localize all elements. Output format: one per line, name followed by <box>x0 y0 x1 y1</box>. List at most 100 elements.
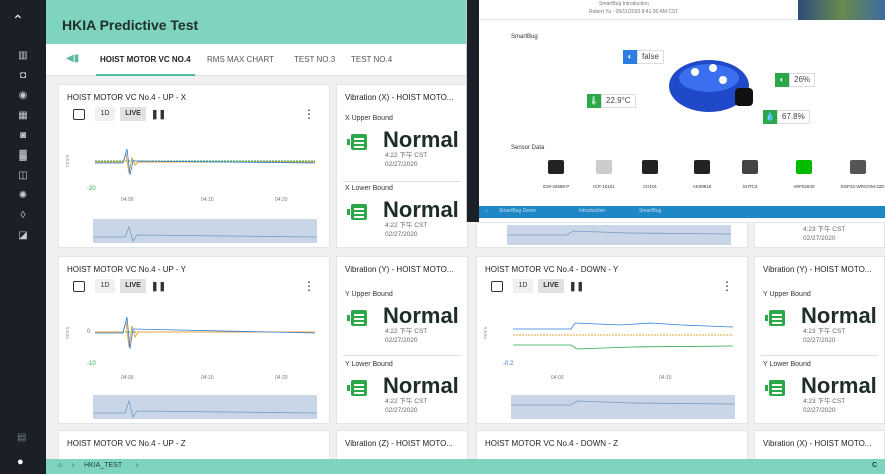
tab-hoist-motor-vc-no4[interactable]: HOIST MOTOR VC NO.4 <box>96 55 195 76</box>
more-options-icon[interactable]: ⋮ <box>303 279 315 293</box>
live-button[interactable]: LIVE <box>120 279 146 293</box>
status-timestamp: 4:22 下午 CST 02/27/2020 <box>385 328 428 344</box>
server-status-icon <box>765 310 785 326</box>
monitor-icon[interactable]: ◙ <box>0 126 46 146</box>
card-title: Vibration (Y) - HOIST MOTO... <box>345 265 454 274</box>
sensor-item: nRF52840 <box>787 160 821 189</box>
section-title: Sensor Data <box>511 145 545 151</box>
live-button[interactable]: LIVE <box>538 279 564 293</box>
sensor-item: SHTC3 <box>733 160 767 189</box>
vibration-status-card-partial: 4:23 下午 CST 02/27/2020 <box>754 222 885 248</box>
x-tick: 04:15 <box>659 375 672 381</box>
range-navigator[interactable] <box>93 219 317 243</box>
status-timestamp: 4:22 下午 CST 02/27/2020 <box>385 152 428 168</box>
x-tick: 04:20 <box>275 197 288 203</box>
home-icon[interactable]: ⌂ <box>58 462 62 469</box>
sidebar: ⌃ ▥ ◘ ◉ ▦ ◙ ▓ ◫ ✺ ◊ ◪ ▤ ● <box>0 0 46 474</box>
building-icon[interactable]: ◫ <box>0 166 46 186</box>
breadcrumb-item[interactable]: HKIA_TEST <box>84 462 122 469</box>
status-value: Normal <box>383 373 459 398</box>
server-status-icon <box>347 204 367 220</box>
more-options-icon[interactable]: ⋮ <box>721 279 733 293</box>
dashboard-icon[interactable]: ▥ <box>0 46 46 66</box>
chart-card-partial <box>476 222 748 248</box>
alerts-icon[interactable]: ◊ <box>0 206 46 226</box>
y-axis-label: mm/s <box>65 154 71 167</box>
settings-icon[interactable]: ▤ <box>17 432 26 443</box>
group-icon[interactable]: ▓ <box>0 146 46 166</box>
x-tick: 04:00 <box>551 375 564 381</box>
vibration-status-card: Vibration (X) - HOIST MOTO... X Upper Bo… <box>336 84 468 248</box>
x-tick: 04:00 <box>121 197 134 203</box>
line-chart: mm/s 0 -10 04:00 04:10 04:20 <box>63 301 325 421</box>
range-1d-button[interactable]: 1D <box>95 279 115 293</box>
y-tick: -0.2 <box>503 361 514 367</box>
overlay-header: SmartBug Introduction Robert Yu · 09/11/… <box>479 0 885 20</box>
overlay-subtitle: Robert Yu · 09/11/2020 8:41:36 AM CST <box>589 9 679 15</box>
y-tick: 0 <box>87 329 91 335</box>
divider <box>343 181 461 182</box>
chart-title: HOIST MOTOR VC No.4 - DOWN - Z <box>485 439 619 448</box>
home-icon[interactable]: ⌂ <box>485 208 488 214</box>
y-axis-label: mm/s <box>65 326 71 339</box>
grid-icon[interactable]: ▦ <box>0 106 46 126</box>
chart-title: HOIST MOTOR VC No.4 - UP - Y <box>67 265 186 274</box>
breadcrumb-item[interactable]: SmartBug <box>639 208 661 214</box>
page-title: HKIA Predictive Test <box>62 17 199 33</box>
calendar-icon[interactable] <box>491 281 503 292</box>
tab-bar-icon[interactable]: ◀▮ <box>66 53 79 64</box>
calendar-icon[interactable] <box>73 109 85 120</box>
status-value: Normal <box>383 197 459 222</box>
more-options-icon[interactable]: ⋮ <box>303 107 315 121</box>
x-tick: 04:10 <box>201 375 214 381</box>
range-navigator[interactable] <box>511 395 735 419</box>
devices-icon[interactable]: ◘ <box>0 66 46 86</box>
status-timestamp: 4:23 下午 CST 02/27/2020 <box>803 328 846 344</box>
line-chart: mm/s -0.2 04:00 04:15 <box>481 301 743 421</box>
status-timestamp: 4:22 下午 CST 02/27/2020 <box>385 398 428 414</box>
light-badge: ◐ 26% <box>775 73 816 87</box>
chart-title: HOIST MOTOR VC No.4 - UP - Z <box>67 439 186 448</box>
map-thumbnail[interactable] <box>798 0 885 20</box>
y-tick: -10 <box>87 361 96 367</box>
y-axis-label: mm/s <box>483 326 489 339</box>
range-1d-button[interactable]: 1D <box>513 279 533 293</box>
smartbug-overlay-window: SmartBug Introduction Robert Yu · 09/11/… <box>466 0 885 222</box>
tab-rms-max-chart[interactable]: RMS MAX CHART <box>207 55 274 64</box>
upper-bound-label: X Upper Bound <box>345 115 393 122</box>
overlay-sidebar <box>467 0 479 222</box>
pause-icon[interactable]: ❚❚ <box>569 279 584 293</box>
sensor-item: ICP-10101 <box>587 160 621 189</box>
range-1d-button[interactable]: 1D <box>95 107 115 121</box>
card-title: Vibration (X) - HOIST MOTO... <box>763 439 872 448</box>
card-title: Vibration (Y) - HOIST MOTO... <box>763 265 872 274</box>
pause-icon[interactable]: ❚❚ <box>151 279 166 293</box>
lower-bound-label: Y Lower Bound <box>763 361 811 368</box>
breadcrumb-item[interactable]: Introduction <box>579 208 605 214</box>
lower-bound-label: X Lower Bound <box>345 185 393 192</box>
range-navigator[interactable] <box>477 223 747 247</box>
status-timestamp: 4:23 下午 CST 02/27/2020 <box>803 398 846 414</box>
breadcrumb-separator: › <box>72 462 75 469</box>
card-title: Vibration (X) - HOIST MOTO... <box>345 93 454 102</box>
user-icon[interactable]: ● <box>17 456 24 468</box>
reports-icon[interactable]: ◪ <box>0 226 46 246</box>
server-status-icon <box>347 380 367 396</box>
tab-test-no4[interactable]: TEST NO.4 <box>351 55 392 64</box>
breadcrumb-item[interactable]: SmartBug Demo <box>499 208 536 214</box>
live-button[interactable]: LIVE <box>120 107 146 121</box>
calendar-icon[interactable] <box>73 281 85 292</box>
y-tick: -20 <box>87 186 96 192</box>
app-logo-icon[interactable]: ⌃ <box>12 12 24 29</box>
sidebar-nav: ▥ ◘ ◉ ▦ ◙ ▓ ◫ ✺ ◊ ◪ <box>0 46 46 246</box>
map-icon[interactable]: ◉ <box>0 86 46 106</box>
breadcrumb-separator: › <box>136 462 139 469</box>
status-timestamp: 4:23 下午 CST 02/27/2020 <box>803 226 846 242</box>
smartbug-device-image <box>669 60 753 112</box>
status-timestamp: 4:22 下午 CST 02/27/2020 <box>385 222 428 238</box>
rules-icon[interactable]: ✺ <box>0 186 46 206</box>
upper-bound-label: Y Upper Bound <box>345 291 393 298</box>
sensor-item: CH101 <box>633 160 667 189</box>
tab-test-no3[interactable]: TEST NO.3 <box>294 55 335 64</box>
pause-icon[interactable]: ❚❚ <box>151 107 166 121</box>
